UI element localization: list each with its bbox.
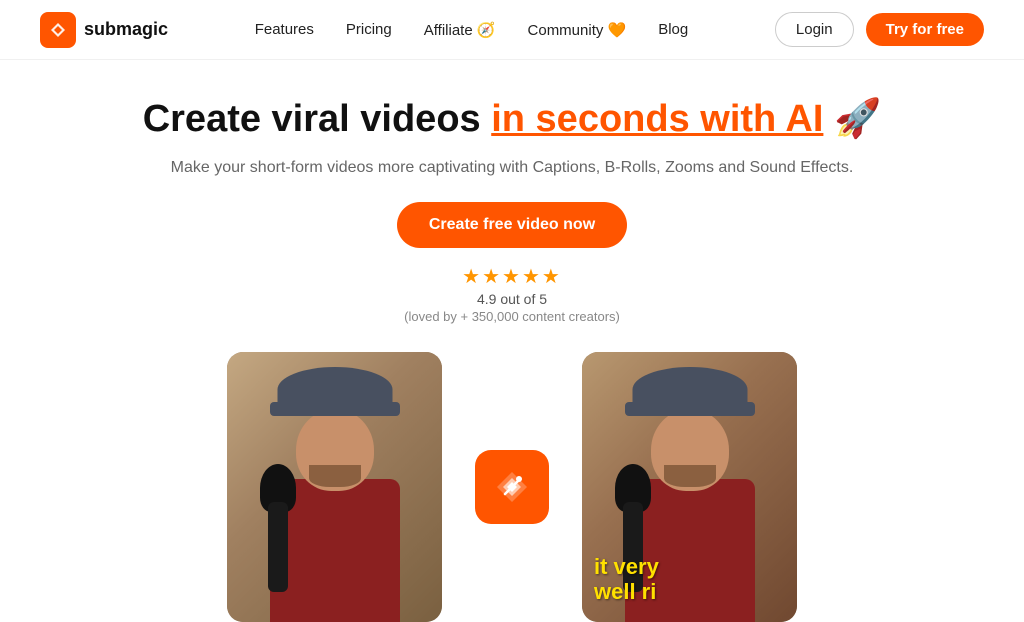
brand-name: submagic	[84, 19, 168, 40]
cta-button[interactable]: Create free video now	[397, 202, 627, 248]
hero-title-highlight: in seconds with AI	[491, 98, 823, 140]
nav-community[interactable]: Community 🧡	[528, 21, 627, 39]
nav-links: Features Pricing Affiliate 🧭 Community 🧡…	[255, 21, 689, 39]
logo[interactable]: submagic	[40, 12, 168, 48]
center-logo	[472, 447, 552, 527]
video-preview-area: it very well ri	[0, 352, 1024, 622]
hero-title-emoji: 🚀	[823, 98, 881, 140]
hero-title: Create viral videos in seconds with AI 🚀	[0, 98, 1024, 142]
video-card-left	[227, 352, 442, 622]
nav-features[interactable]: Features	[255, 21, 314, 38]
star-rating: ★★★★★	[462, 264, 562, 289]
login-button[interactable]: Login	[775, 12, 854, 47]
hero-subtitle: Make your short-form videos more captiva…	[0, 156, 1024, 180]
hero-section: Create viral videos in seconds with AI 🚀…	[0, 60, 1024, 324]
video-card-right: it very well ri	[582, 352, 797, 622]
rating-score: 4.9 out of 5	[477, 291, 547, 307]
submagic-logo-icon	[475, 450, 549, 524]
caption-overlay: it very well ri	[594, 555, 785, 603]
navbar: submagic Features Pricing Affiliate 🧭 Co…	[0, 0, 1024, 60]
nav-actions: Login Try for free	[775, 12, 984, 47]
nav-affiliate[interactable]: Affiliate 🧭	[424, 21, 496, 39]
nav-blog[interactable]: Blog	[658, 21, 688, 38]
hero-title-plain: Create viral videos	[143, 98, 492, 140]
nav-pricing[interactable]: Pricing	[346, 21, 392, 38]
caption-line2: well ri	[594, 580, 785, 604]
logo-icon	[40, 12, 76, 48]
try-button[interactable]: Try for free	[866, 13, 984, 46]
rating-sub: (loved by + 350,000 content creators)	[404, 309, 620, 324]
rating-block: ★★★★★ 4.9 out of 5 (loved by + 350,000 c…	[0, 264, 1024, 324]
